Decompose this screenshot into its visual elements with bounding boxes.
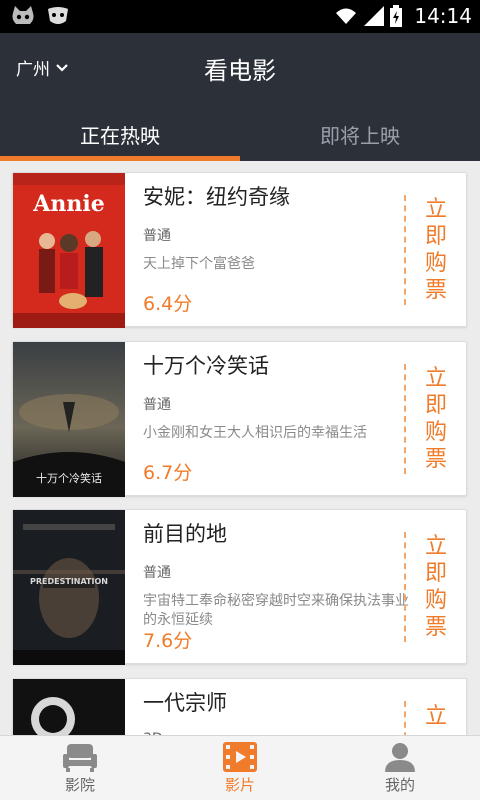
movie-card[interactable]: 一代宗师 3D 立 xyxy=(12,678,467,735)
buy-ticket-button[interactable]: 立 即 购 票 xyxy=(404,195,466,305)
movie-card[interactable]: PREDESTINATION 前目的地 普通 宇宙特工奉命秘密穿越时空来确保执法… xyxy=(12,509,467,665)
buy-char: 立 xyxy=(424,704,447,729)
movie-description: 天上掉下个富爸爸 xyxy=(143,256,255,272)
movie-title: 前目的地 xyxy=(143,522,227,546)
android-cat-icon xyxy=(12,6,34,24)
status-bar: 14:14 xyxy=(0,0,480,33)
buy-char: 立 xyxy=(424,534,447,559)
movie-list[interactable]: Annie 安妮：纽约奇缘 普通 天上掉下个富爸爸 6.4分 立 即 购 票 十… xyxy=(0,161,480,735)
buy-char: 票 xyxy=(424,278,447,303)
movie-score: 6.7分 xyxy=(143,462,193,484)
buy-char: 即 xyxy=(424,393,447,418)
movie-description: 小金刚和女王大人相识后的幸福生活 xyxy=(143,425,367,441)
nav-label: 我的 xyxy=(384,776,415,794)
movie-tag: 普通 xyxy=(143,228,171,244)
tab-label: 正在热映 xyxy=(80,124,160,148)
buy-char: 即 xyxy=(424,561,447,586)
nav-item-cinema[interactable]: 影院 xyxy=(0,736,160,800)
movie-title: 安妮：纽约奇缘 xyxy=(143,185,290,209)
battery-icon xyxy=(390,5,403,27)
tab-coming-soon[interactable]: 即将上映 xyxy=(240,108,480,161)
user-icon xyxy=(385,743,415,772)
movie-card[interactable]: 十万个冷笑话 十万个冷笑话 普通 小金刚和女王大人相识后的幸福生活 6.7分 立… xyxy=(12,341,467,497)
movie-title: 一代宗师 xyxy=(143,691,227,715)
tab-bar: 正在热映 即将上映 xyxy=(0,108,480,161)
signal-icon xyxy=(364,6,385,26)
buy-char: 即 xyxy=(424,224,447,249)
buy-ticket-button[interactable]: 立 即 购 票 xyxy=(404,364,466,474)
movie-score: 6.4分 xyxy=(143,293,193,315)
tab-now-showing[interactable]: 正在热映 xyxy=(0,108,240,161)
nav-item-films[interactable]: 影片 xyxy=(160,736,320,800)
wifi-icon xyxy=(336,8,357,24)
movie-title: 十万个冷笑话 xyxy=(143,354,269,378)
bottom-nav: 影院 影片 我的 xyxy=(0,735,480,800)
app-header: 广州 看电影 正在热映 即将上映 xyxy=(0,33,480,161)
buy-char: 立 xyxy=(424,197,447,222)
page-title: 看电影 xyxy=(204,57,276,85)
movie-poster xyxy=(13,679,125,735)
movie-poster: Annie xyxy=(13,173,125,328)
mask-icon xyxy=(48,7,68,24)
nav-item-mine[interactable]: 我的 xyxy=(320,736,480,800)
buy-char: 票 xyxy=(424,615,447,640)
poster-title: 十万个冷笑话 xyxy=(36,471,102,485)
buy-char: 购 xyxy=(424,420,447,445)
clock: 14:14 xyxy=(414,4,472,28)
movie-poster: 十万个冷笑话 xyxy=(13,342,125,497)
tab-label: 即将上映 xyxy=(320,124,400,148)
buy-ticket-button[interactable]: 立 即 购 票 xyxy=(404,532,466,642)
buy-char: 购 xyxy=(424,588,447,613)
movie-score: 7.6分 xyxy=(143,630,193,652)
movie-tag: 普通 xyxy=(143,397,171,413)
movie-card[interactable]: Annie 安妮：纽约奇缘 普通 天上掉下个富爸爸 6.4分 立 即 购 票 xyxy=(12,172,467,328)
buy-char: 购 xyxy=(424,251,447,276)
nav-label: 影片 xyxy=(224,776,255,794)
buy-char: 立 xyxy=(424,366,447,391)
nav-label: 影院 xyxy=(64,776,95,794)
buy-ticket-button[interactable]: 立 xyxy=(404,701,466,735)
buy-char: 票 xyxy=(424,447,447,472)
movie-description: 宇宙特工奉命秘密穿越时空来确保执法事业的永恒延续 xyxy=(143,593,409,628)
cinema-seat-icon xyxy=(63,744,97,772)
movie-poster: PREDESTINATION xyxy=(13,510,125,665)
film-icon xyxy=(223,742,257,772)
poster-title: Annie xyxy=(32,191,104,217)
movie-tag: 普通 xyxy=(143,565,171,581)
poster-title: PREDESTINATION xyxy=(30,577,108,586)
